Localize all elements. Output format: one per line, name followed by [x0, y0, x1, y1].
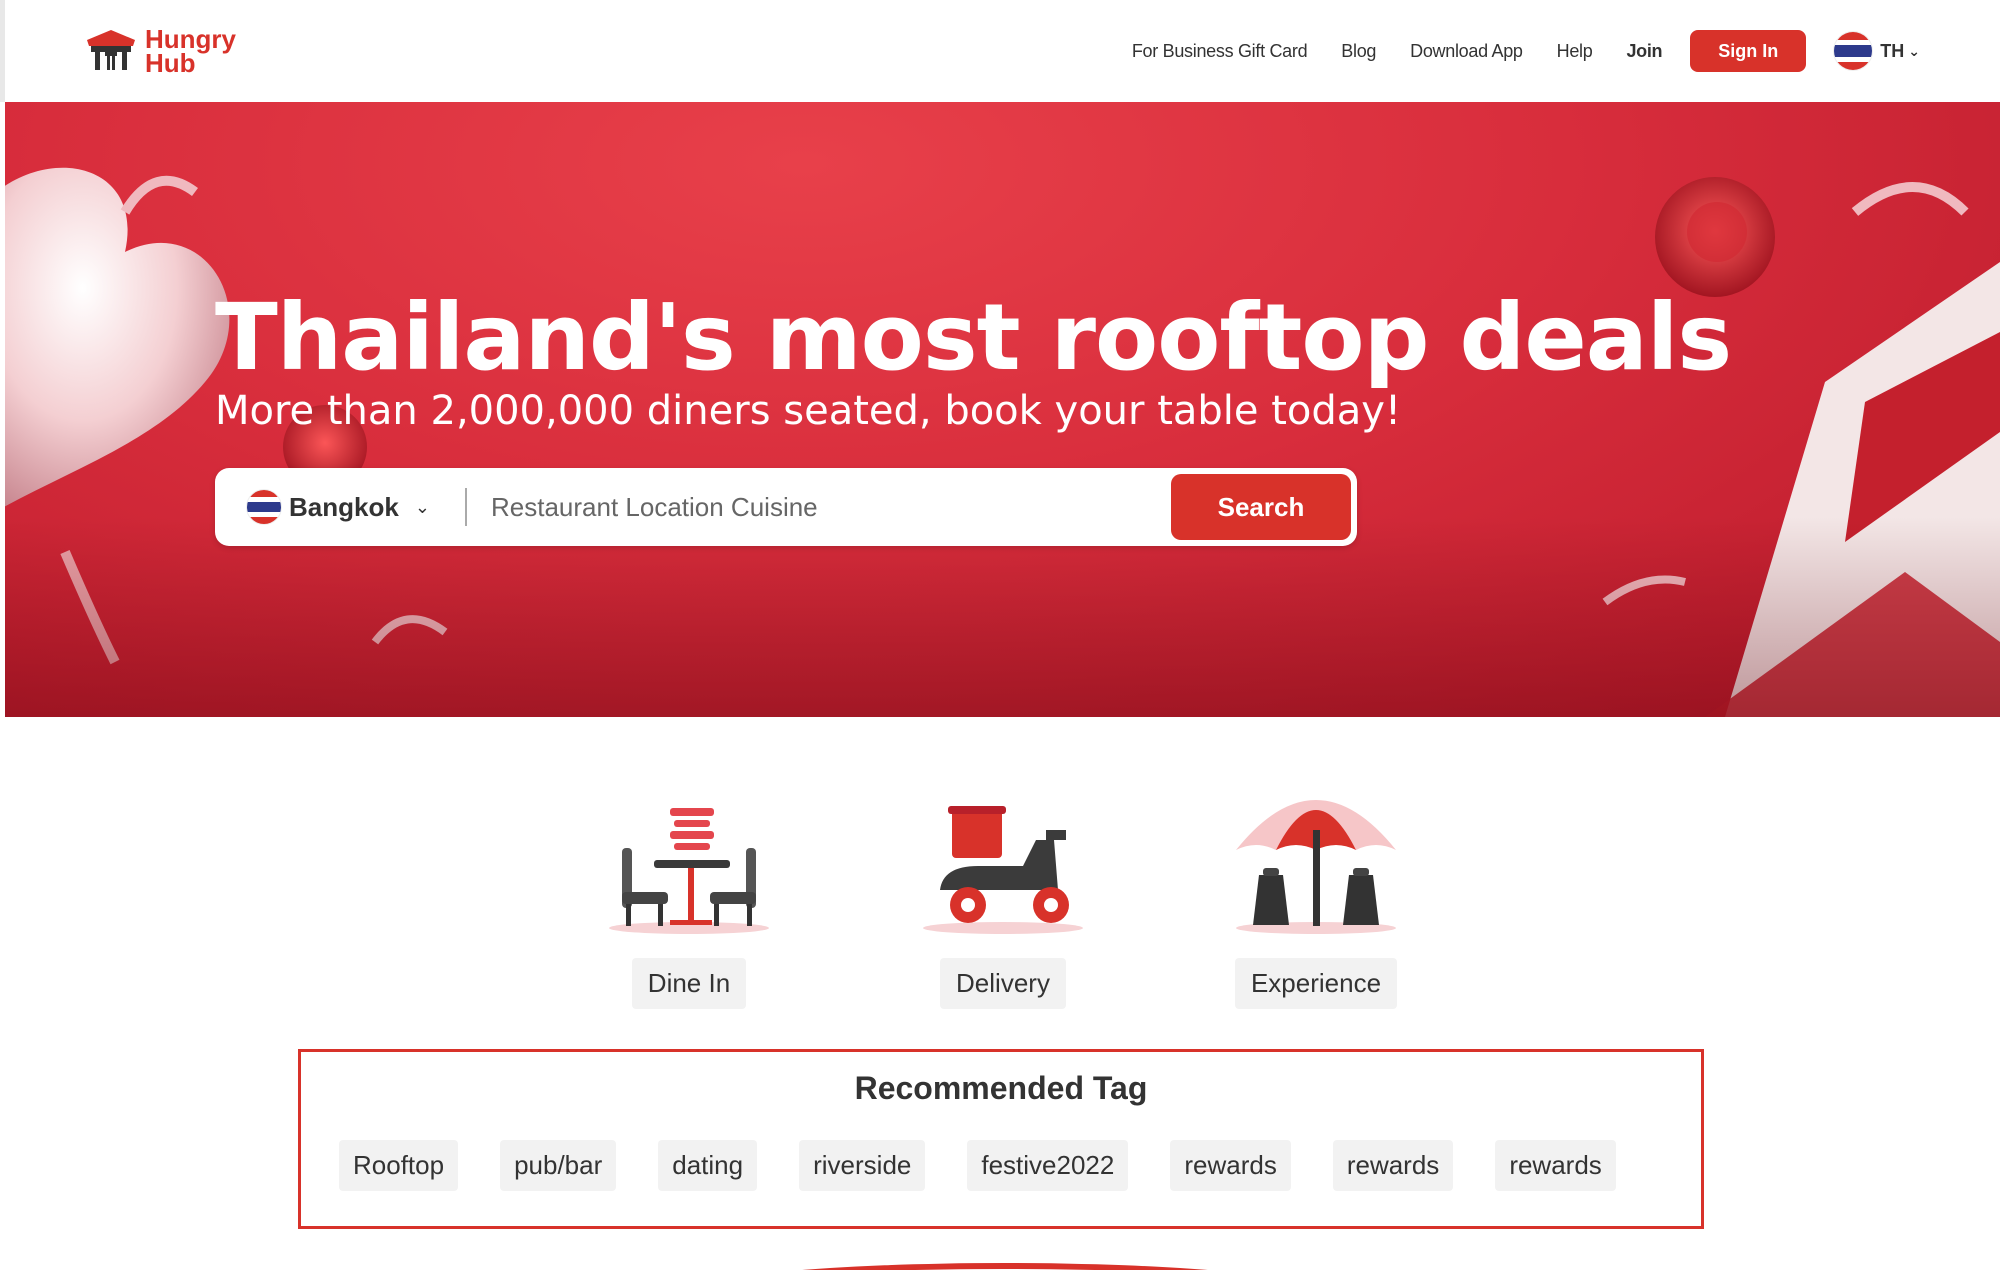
search-bar: Bangkok ⌄ Search — [215, 468, 1357, 546]
language-selector[interactable]: TH ⌄ — [1834, 32, 1920, 70]
hungry-hub-logo[interactable]: Hungry Hub — [83, 26, 236, 76]
nav-download-app[interactable]: Download App — [1410, 41, 1523, 62]
nav-business-gift-card[interactable]: For Business Gift Card — [1132, 41, 1308, 62]
logo-text-hub: Hub — [145, 48, 196, 78]
nav-help[interactable]: Help — [1557, 41, 1593, 62]
city-selector[interactable]: Bangkok ⌄ — [215, 490, 453, 524]
main-nav: For Business Gift Card Blog Download App… — [1098, 28, 1920, 74]
recommended-tag-title: Recommended Tag — [854, 1070, 1148, 1106]
category-delivery[interactable]: Delivery — [903, 770, 1103, 1009]
thai-flag-icon — [247, 490, 281, 524]
tag-item[interactable]: rewards — [1332, 1140, 1454, 1191]
tag-item[interactable]: riverside — [799, 1140, 926, 1191]
category-label: Experience — [1234, 958, 1398, 1009]
recommended-tags-section: Recommended Tag Rooftop pub/bar dating r… — [298, 1049, 1704, 1229]
hero-title: Thailand's most rooftop deals — [215, 284, 1732, 391]
city-name: Bangkok — [289, 491, 399, 522]
search-button[interactable]: Search — [1171, 474, 1351, 540]
next-section-edge — [690, 1263, 1320, 1270]
chevron-down-icon: ⌄ — [414, 496, 430, 517]
top-header: Hungry Hub For Business Gift Card Blog D… — [0, 0, 2000, 102]
category-dine-in[interactable]: Dine In — [589, 770, 789, 1009]
search-input[interactable] — [467, 477, 1171, 537]
hero-banner: Thailand's most rooftop deals More than … — [5, 102, 2000, 717]
delivery-scooter-icon — [923, 806, 1083, 934]
category-experience[interactable]: Experience — [1216, 770, 1416, 1009]
tag-item[interactable]: rewards — [1495, 1140, 1616, 1191]
sign-in-button[interactable]: Sign In — [1690, 30, 1807, 72]
nav-join[interactable]: Join — [1626, 41, 1662, 62]
heart-decoration — [5, 167, 230, 507]
nav-blog[interactable]: Blog — [1341, 41, 1376, 62]
chevron-down-icon: ⌄ — [1908, 42, 1920, 59]
dine-in-icon — [609, 808, 769, 934]
tag-item[interactable]: dating — [658, 1140, 758, 1191]
category-label: Dine In — [631, 958, 747, 1009]
tag-item[interactable]: pub/bar — [500, 1140, 617, 1191]
tag-item[interactable]: rewards — [1170, 1140, 1291, 1191]
language-code: TH — [1880, 40, 1905, 61]
hero-subtitle: More than 2,000,000 diners seated, book … — [215, 388, 1401, 434]
tag-list: Rooftop pub/bar dating riverside festive… — [339, 1140, 1616, 1191]
logo-table-icon — [87, 30, 135, 70]
tag-item[interactable]: festive2022 — [967, 1140, 1129, 1191]
category-label: Delivery — [940, 958, 1066, 1009]
tag-item[interactable]: Rooftop — [339, 1140, 459, 1191]
umbrella-icon — [1236, 800, 1396, 934]
thai-flag-icon — [1834, 32, 1873, 70]
